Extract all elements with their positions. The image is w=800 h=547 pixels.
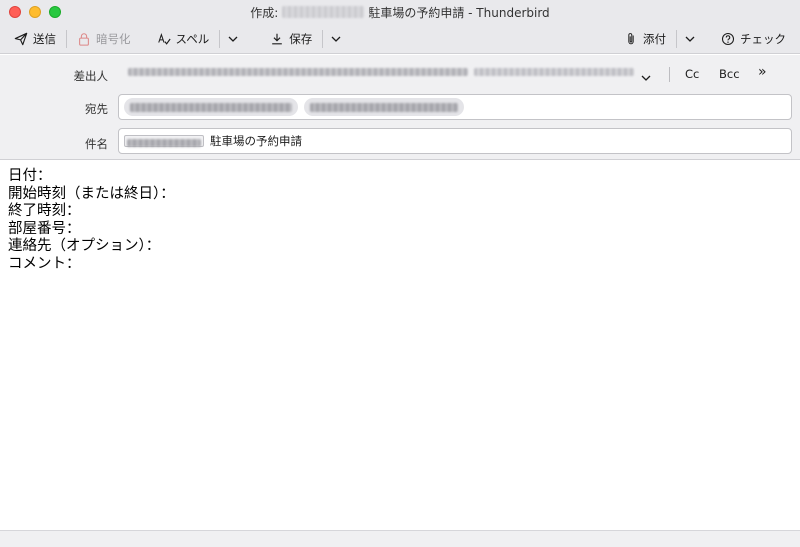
- send-icon: [14, 32, 28, 45]
- window-title: 作成: 駐車場の予約申請 - Thunderbird: [250, 4, 549, 21]
- window-title-blurred-tag: [282, 6, 365, 18]
- spellcheck-icon: [157, 32, 171, 45]
- subject-text: 駐車場の予約申請: [210, 134, 302, 148]
- cc-button[interactable]: Cc: [685, 67, 699, 81]
- message-body-editor[interactable]: 日付： 開始時刻（または終日）： 終了時刻： 部屋番号： 連絡先（オプション）：…: [0, 161, 800, 530]
- from-select[interactable]: [128, 68, 634, 76]
- from-label: 差出人: [73, 69, 109, 83]
- spell-label: スペル: [175, 31, 210, 46]
- body-line-end-time: 終了時刻：: [8, 203, 81, 219]
- save-button[interactable]: 保存: [264, 28, 318, 50]
- encrypt-button[interactable]: 暗号化: [71, 28, 137, 50]
- subject-row: 件名 駐車場の予約申請: [0, 127, 800, 155]
- toolbar-divider: [219, 29, 221, 48]
- window-title-subject: 駐車場の予約申請 - Thunderbird: [368, 5, 550, 20]
- recipient-pill[interactable]: [304, 98, 464, 116]
- body-line-room-number: 部屋番号：: [8, 220, 81, 237]
- header-divider: [669, 67, 670, 82]
- recipient-blurred: [130, 102, 292, 112]
- window-title-prefix: 作成:: [250, 5, 279, 20]
- chevron-down-icon: [228, 36, 238, 42]
- spell-dropdown-button[interactable]: [224, 34, 242, 44]
- from-address-blurred: [128, 68, 468, 76]
- from-identity-blurred: [474, 68, 634, 76]
- send-button[interactable]: 送信: [8, 28, 62, 50]
- help-icon: [721, 32, 735, 45]
- check-button[interactable]: チェック: [715, 28, 792, 50]
- title-bar: 作成: 駐車場の予約申請 - Thunderbird: [0, 0, 800, 24]
- from-dropdown-button[interactable]: [640, 69, 652, 88]
- to-row: 宛先: [0, 94, 800, 122]
- chevron-down-icon: [685, 36, 695, 42]
- body-line-contact: 連絡先（オプション）：: [8, 238, 161, 254]
- lock-icon: [79, 32, 89, 46]
- close-window-button[interactable]: [9, 6, 21, 18]
- recipient-pill[interactable]: [124, 98, 298, 116]
- to-field[interactable]: [118, 94, 792, 120]
- save-label: 保存: [289, 31, 313, 46]
- window-controls: [9, 6, 61, 18]
- toolbar-divider: [66, 29, 67, 48]
- toolbar-divider: [322, 29, 324, 48]
- attach-button[interactable]: 添付: [618, 28, 672, 50]
- subject-input[interactable]: 駐車場の予約申請: [118, 128, 792, 154]
- maximize-window-button[interactable]: [49, 6, 61, 18]
- save-dropdown-button[interactable]: [327, 34, 345, 44]
- send-label: 送信: [33, 31, 56, 46]
- attach-dropdown-button[interactable]: [681, 34, 699, 44]
- compose-toolbar: 送信 暗号化 スペル 保存 添付 チェック: [0, 24, 800, 54]
- recipient-blurred: [310, 102, 458, 112]
- paperclip-icon: [628, 32, 634, 44]
- body-line-start-time: 開始時刻（または終日）：: [8, 185, 175, 202]
- from-row: 差出人 Cc Bcc »: [0, 61, 800, 89]
- body-line-date: 日付：: [8, 168, 52, 184]
- compose-headers: 差出人 Cc Bcc » 宛先 件名 駐車場の予約申請: [0, 55, 800, 160]
- subject-label: 件名: [85, 137, 108, 151]
- check-label: チェック: [740, 31, 786, 46]
- chevron-down-icon: [641, 75, 651, 81]
- encrypt-label: 暗号化: [96, 31, 131, 46]
- bcc-button[interactable]: Bcc: [719, 67, 740, 81]
- spell-button[interactable]: スペル: [151, 28, 216, 50]
- to-label: 宛先: [85, 102, 108, 116]
- chevron-down-icon: [331, 36, 341, 42]
- body-line-comment: コメント：: [8, 255, 81, 272]
- minimize-window-button[interactable]: [29, 6, 41, 18]
- status-bar: [0, 530, 800, 547]
- download-icon: [272, 33, 283, 44]
- attach-label: 添付: [643, 31, 666, 46]
- toolbar-divider: [676, 29, 677, 48]
- more-headers-button[interactable]: »: [758, 64, 767, 80]
- subject-tag-blurred: [124, 135, 204, 147]
